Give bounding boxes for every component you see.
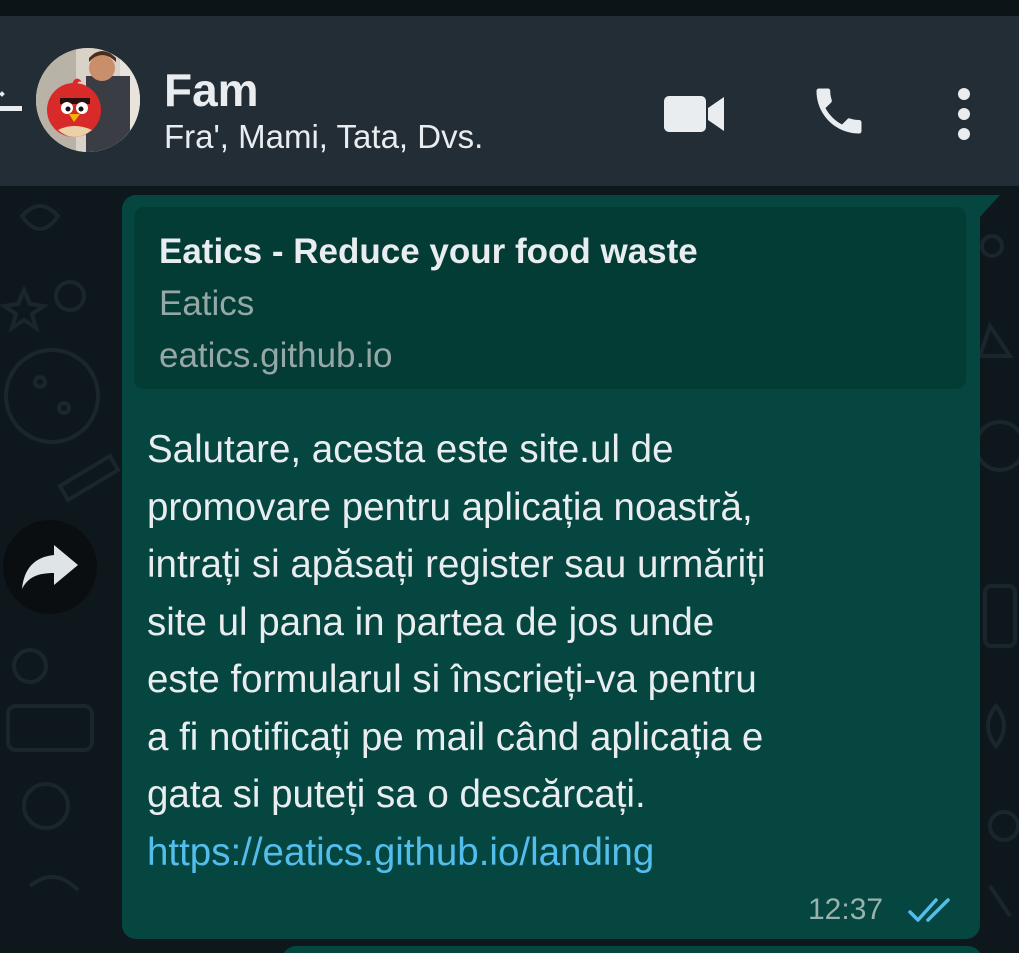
link-preview-site: Eatics	[159, 284, 255, 323]
chat-title[interactable]: Fam	[164, 62, 259, 118]
message-url-link[interactable]: https://eatics.github.io/landing	[147, 824, 967, 882]
bubble-tail	[978, 195, 1000, 219]
double-check-read-icon	[908, 898, 950, 922]
forward-share-icon	[22, 545, 78, 589]
message-line: intrați si apăsați register sau urmăriți	[147, 543, 766, 586]
group-avatar[interactable]	[36, 48, 140, 152]
link-preview-domain: eatics.github.io	[159, 336, 393, 375]
arrow-back-icon[interactable]	[0, 88, 24, 128]
message-line: promovare pentru aplicația noastră,	[147, 485, 753, 529]
voice-call-button[interactable]	[796, 66, 882, 156]
link-preview[interactable]: Eatics - Reduce your food waste Eatics e…	[134, 207, 966, 389]
message-bubble[interactable]: Eatics - Reduce your food waste Eatics e…	[122, 195, 980, 939]
message-line: site ul pana in partea de jos unde	[147, 600, 715, 644]
chat-members[interactable]: Fra', Mami, Tata, Dvs.	[164, 116, 483, 158]
phone-icon	[816, 88, 862, 134]
message-line: a fi notificați pe mail când aplicația e	[147, 715, 764, 759]
link-preview-title: Eatics - Reduce your food waste	[159, 232, 698, 271]
message-text: Salutare, acesta este site.ul de promova…	[147, 421, 967, 881]
message-list[interactable]: Eatics - Reduce your food waste Eatics e…	[0, 186, 1019, 953]
more-options-button[interactable]	[936, 68, 992, 160]
message-line: este formularul si înscrieți-va pentru	[147, 658, 757, 701]
chat-header: Fam Fra', Mami, Tata, Dvs.	[0, 16, 1019, 186]
chat-screen: Fam Fra', Mami, Tata, Dvs. Eatics - Redu…	[0, 0, 1019, 953]
more-vertical-icon	[958, 88, 970, 140]
next-message-bubble[interactable]	[282, 946, 982, 953]
message-line: Salutare, acesta este site.ul de	[147, 428, 674, 471]
status-bar	[0, 0, 1019, 16]
video-call-button[interactable]	[650, 74, 740, 154]
message-line: gata si puteți sa o descărcați.	[147, 773, 646, 816]
video-call-icon	[664, 96, 724, 132]
forward-button[interactable]	[3, 520, 97, 614]
message-timestamp: 12:37	[808, 893, 884, 926]
